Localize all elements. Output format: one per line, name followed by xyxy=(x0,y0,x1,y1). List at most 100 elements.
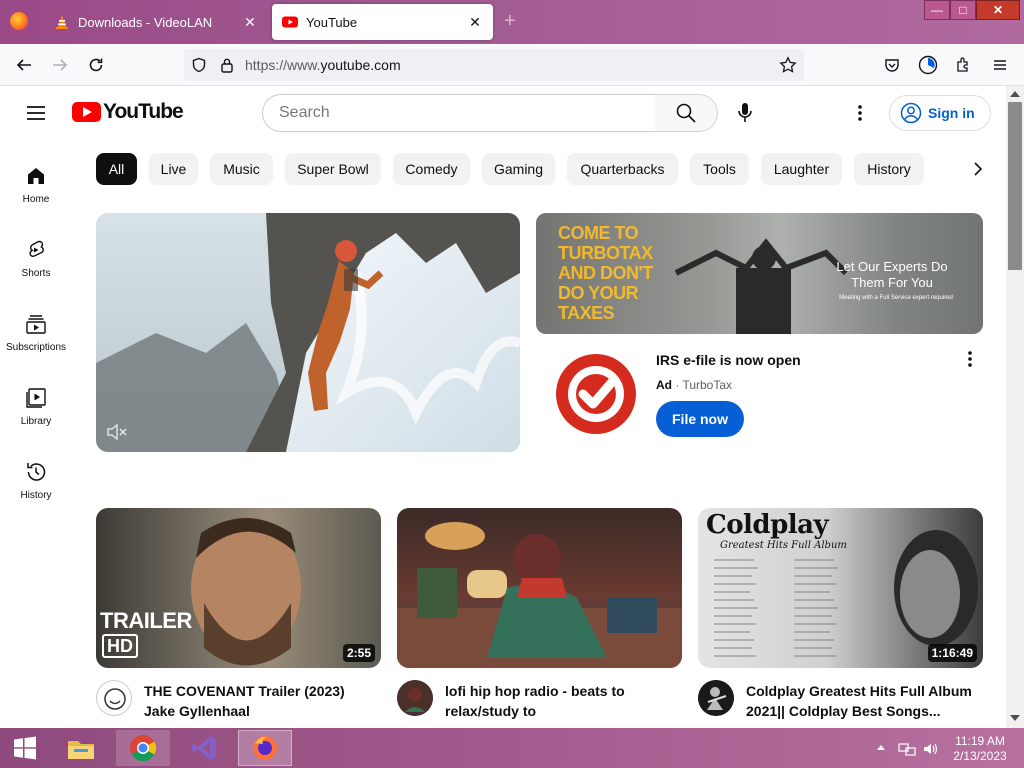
settings-more-icon[interactable] xyxy=(848,101,872,125)
chip-quarterbacks[interactable]: Quarterbacks xyxy=(567,153,678,185)
chrome-icon xyxy=(130,735,157,762)
youtube-logo-text: YouTube xyxy=(103,100,184,123)
video-title[interactable]: THE COVENANT Trailer (2023) Jake Gyllenh… xyxy=(144,681,380,721)
url-bar[interactable]: https://www.youtube.com xyxy=(184,49,804,81)
tab-downloads-videolan[interactable]: Downloads - VideoLAN ✕ xyxy=(44,4,268,40)
reload-icon[interactable] xyxy=(84,53,108,77)
video-thumbnail[interactable]: TRAILER HD 2:55 xyxy=(96,508,381,668)
vlc-cone-icon xyxy=(56,15,68,29)
bookmark-star-icon[interactable] xyxy=(776,53,800,77)
chip-super-bowl[interactable]: Super Bowl xyxy=(285,153,381,185)
close-window-button[interactable]: ✕ xyxy=(976,0,1020,20)
close-tab-icon[interactable]: ✕ xyxy=(467,14,483,31)
close-tab-icon[interactable]: ✕ xyxy=(242,14,258,31)
taskbar-clock[interactable]: 11:19 AM 2/13/2023 xyxy=(944,734,1016,764)
video-title[interactable]: lofi hip hop radio - beats to relax/stud… xyxy=(445,681,681,721)
ad-meta: Ad · TurboTax xyxy=(656,378,733,392)
sidebar-item-library[interactable]: Library xyxy=(0,372,72,432)
guitarist-avatar-icon xyxy=(698,680,734,716)
ad-video-player[interactable] xyxy=(96,213,520,452)
chip-live[interactable]: Live xyxy=(149,153,198,185)
video-thumbnail[interactable]: Coldplay Greatest Hits Full Album 1:16:4… xyxy=(698,508,983,668)
forward-icon[interactable] xyxy=(48,53,72,77)
chip-laughter[interactable]: Laughter xyxy=(761,153,842,185)
sign-in-button[interactable]: Sign in xyxy=(889,95,991,131)
chip-music[interactable]: Music xyxy=(210,153,273,185)
firefox-menu-icon[interactable] xyxy=(10,12,28,30)
search-button[interactable] xyxy=(655,94,718,132)
extensions-icon[interactable] xyxy=(952,53,976,77)
chip-all[interactable]: All xyxy=(96,153,137,185)
maximize-button[interactable]: □ xyxy=(950,0,976,20)
network-icon[interactable] xyxy=(898,741,916,757)
face-portrait-graphic xyxy=(191,518,301,666)
microphone-icon xyxy=(738,103,752,122)
chevron-right-icon[interactable] xyxy=(966,157,990,181)
account-circle-icon xyxy=(900,102,922,124)
muted-speaker-icon[interactable] xyxy=(106,423,128,441)
scroll-up-arrow-icon[interactable] xyxy=(1006,88,1024,100)
file-explorer-icon xyxy=(68,741,94,759)
volume-icon[interactable] xyxy=(922,741,940,757)
browser-nav-bar: https://www.youtube.com xyxy=(0,44,1024,86)
visual-studio-icon xyxy=(192,736,216,760)
account-sync-icon[interactable] xyxy=(916,53,940,77)
tab-youtube[interactable]: YouTube ✕ xyxy=(272,4,493,40)
firefox-taskbar-button[interactable] xyxy=(238,730,292,766)
more-vertical-icon[interactable] xyxy=(958,347,982,371)
sidebar-item-label: History xyxy=(20,490,52,501)
youtube-logo[interactable]: YouTube xyxy=(72,100,184,124)
lock-icon[interactable] xyxy=(215,53,239,77)
subscriptions-icon xyxy=(26,315,46,334)
youtube-icon xyxy=(282,16,298,28)
sidebar-item-subscriptions[interactable]: Subscriptions xyxy=(0,298,72,358)
sidebar-item-label: Subscriptions xyxy=(5,342,67,353)
clock-date: 2/13/2023 xyxy=(953,749,1007,763)
show-hidden-icons-chevron-icon[interactable] xyxy=(876,743,886,753)
ad-banner-image[interactable]: COME TO TURBOTAX AND DON'T DO YOUR TAXES… xyxy=(536,213,983,334)
minimize-button[interactable]: — xyxy=(924,0,950,20)
ad-banner-tagline: Let Our Experts Do Them For You xyxy=(836,259,948,290)
chip-comedy[interactable]: Comedy xyxy=(393,153,470,185)
file-now-button[interactable]: File now xyxy=(656,401,744,437)
ad-badge: Ad xyxy=(656,378,672,392)
start-button[interactable] xyxy=(0,730,50,766)
url-text[interactable]: https://www.youtube.com xyxy=(245,57,401,73)
voice-search-button[interactable] xyxy=(733,101,757,125)
chip-gaming[interactable]: Gaming xyxy=(482,153,555,185)
video-title-line: Jake Gyllenhaal xyxy=(144,703,250,719)
scrollbar-thumb[interactable] xyxy=(1008,102,1022,270)
sidebar-item-history[interactable]: History xyxy=(0,446,72,506)
pocket-icon[interactable] xyxy=(880,53,904,77)
tracking-protection-shield-icon[interactable] xyxy=(187,53,211,77)
scroll-down-arrow-icon[interactable] xyxy=(1006,712,1024,724)
channel-avatar[interactable] xyxy=(698,680,734,716)
chrome-taskbar-button[interactable] xyxy=(116,730,170,766)
app-menu-icon[interactable] xyxy=(988,53,1012,77)
back-icon[interactable] xyxy=(12,53,36,77)
video-thumbnail[interactable] xyxy=(397,508,682,668)
guide-menu-icon[interactable] xyxy=(24,101,48,125)
sidebar-item-shorts[interactable]: Shorts xyxy=(0,224,72,284)
new-tab-icon[interactable]: + xyxy=(504,10,516,33)
turbotax-logo[interactable] xyxy=(556,354,636,434)
chip-history[interactable]: History xyxy=(854,153,924,185)
home-icon xyxy=(28,168,44,184)
video-title-line: relax/study to xyxy=(445,703,537,719)
video-title[interactable]: Coldplay Greatest Hits Full Album 2021||… xyxy=(746,681,982,721)
sign-in-label: Sign in xyxy=(928,105,975,121)
ad-title[interactable]: IRS e-file is now open xyxy=(656,352,801,368)
chip-tools[interactable]: Tools xyxy=(690,153,749,185)
page-scrollbar[interactable] xyxy=(1006,86,1024,728)
sidebar-item-label: Home xyxy=(22,194,50,205)
channel-avatar[interactable] xyxy=(96,680,132,716)
search-input[interactable] xyxy=(279,95,639,131)
clock-time: 11:19 AM xyxy=(955,734,1005,748)
sidebar-item-home[interactable]: Home xyxy=(0,150,72,210)
history-icon xyxy=(27,463,46,481)
channel-avatar[interactable] xyxy=(397,680,433,716)
visual-studio-taskbar-button[interactable] xyxy=(178,730,230,766)
coldplay-overlay-subtitle: Greatest Hits Full Album xyxy=(720,540,847,551)
ad-advertiser[interactable]: TurboTax xyxy=(682,378,732,392)
file-explorer-taskbar-button[interactable] xyxy=(55,730,107,766)
